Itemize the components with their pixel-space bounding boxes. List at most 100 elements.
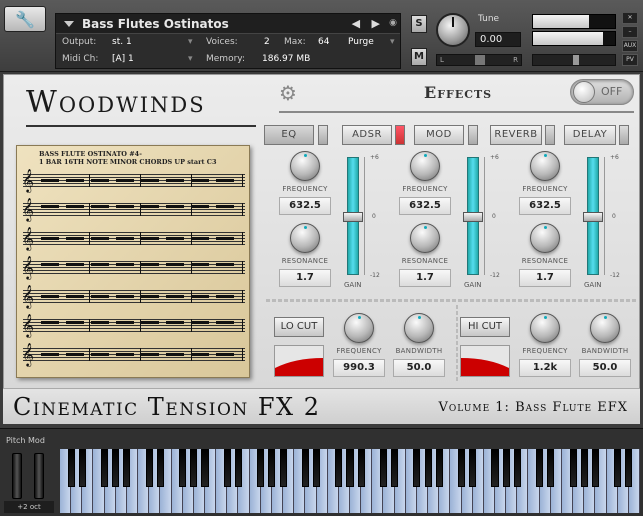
black-key[interactable] (357, 449, 365, 487)
black-key[interactable] (580, 449, 588, 487)
resonance-knob[interactable] (530, 223, 560, 253)
resonance-value[interactable]: 1.7 (519, 269, 571, 287)
chevron-down-icon[interactable] (64, 21, 74, 27)
lo-cut-frequency-knob[interactable] (344, 313, 374, 343)
black-key[interactable] (379, 449, 388, 487)
midi-channel-value[interactable]: [A] 1 (112, 54, 134, 64)
black-key[interactable] (312, 449, 321, 487)
black-key[interactable] (112, 449, 120, 487)
instrument-nav-arrows[interactable]: ◀ ▶ (352, 17, 384, 30)
hi-cut-bandwidth-value[interactable]: 50.0 (579, 359, 631, 377)
black-key[interactable] (591, 449, 599, 487)
frequency-knob[interactable] (290, 151, 320, 181)
black-key[interactable] (268, 449, 276, 487)
frequency-value[interactable]: 632.5 (519, 197, 571, 215)
black-key[interactable] (101, 449, 109, 487)
gain-thumb[interactable] (583, 212, 603, 222)
black-key[interactable] (201, 449, 209, 487)
mute-button[interactable]: M (411, 48, 427, 66)
effects-toggle[interactable]: OFF (570, 79, 634, 105)
black-key[interactable] (78, 449, 86, 487)
minimize-icon[interactable]: – (622, 26, 638, 38)
aux-button[interactable]: AUX (622, 40, 638, 52)
black-key[interactable] (469, 449, 477, 487)
black-key[interactable] (301, 449, 309, 487)
black-key[interactable] (513, 449, 521, 487)
octave-selector[interactable]: +2 oct (4, 501, 54, 513)
frequency-value[interactable]: 632.5 (279, 197, 331, 215)
black-key[interactable] (346, 449, 354, 487)
black-key[interactable] (491, 449, 499, 487)
black-key[interactable] (279, 449, 287, 487)
pan-slider[interactable]: L R (436, 54, 522, 66)
hi-cut-bandwidth-label: BANDWIDTH (581, 347, 629, 355)
black-key[interactable] (223, 449, 231, 487)
hi-cut-frequency-knob[interactable] (530, 313, 560, 343)
gain-thumb[interactable] (343, 212, 363, 222)
frequency-value[interactable]: 632.5 (399, 197, 451, 215)
instrument-title-row: Bass Flutes Ostinatos ◀ ▶ ◉ (56, 14, 400, 34)
hi-cut-bandwidth-knob[interactable] (590, 313, 620, 343)
output-value[interactable]: st. 1 (112, 37, 132, 47)
black-key[interactable] (67, 449, 75, 487)
lo-cut-button[interactable]: LO CUT (274, 317, 324, 337)
hi-cut-button[interactable]: HI CUT (460, 317, 510, 337)
camera-icon[interactable]: ◉ (389, 18, 397, 28)
resonance-knob[interactable] (410, 223, 440, 253)
black-key[interactable] (547, 449, 555, 487)
black-key[interactable] (179, 449, 187, 487)
max-voices-value[interactable]: 64 (318, 37, 329, 47)
black-key[interactable] (536, 449, 544, 487)
lo-cut-frequency-value[interactable]: 990.3 (333, 359, 385, 377)
pan-left-label: L (440, 56, 444, 64)
pan-thumb[interactable] (475, 55, 485, 65)
black-key[interactable] (625, 449, 633, 487)
wrench-icon[interactable]: 🔧 (4, 6, 46, 32)
solo-button[interactable]: S (411, 15, 427, 33)
eq-band-1: FREQUENCY 632.5 RESONANCE 1.7 +6 0 -12 G… (274, 135, 390, 289)
frequency-knob[interactable] (530, 151, 560, 181)
lo-cut-bandwidth-knob[interactable] (404, 313, 434, 343)
frequency-knob[interactable] (410, 151, 440, 181)
black-key[interactable] (391, 449, 399, 487)
volume-slider[interactable] (532, 54, 616, 66)
resonance-knob[interactable] (290, 223, 320, 253)
gain-slider[interactable] (463, 157, 483, 275)
purge-dropdown-icon[interactable]: ▾ (390, 37, 395, 47)
volume-thumb[interactable] (573, 55, 579, 65)
score-staff: 𝄞 (22, 313, 245, 337)
black-key[interactable] (335, 449, 343, 487)
gain-thumb[interactable] (463, 212, 483, 222)
black-key[interactable] (234, 449, 243, 487)
black-key[interactable] (435, 449, 443, 487)
piano-keyboard[interactable] (60, 449, 640, 513)
black-key[interactable] (257, 449, 265, 487)
gear-icon[interactable]: ⚙ (279, 83, 299, 103)
gain-slider[interactable] (343, 157, 363, 275)
hi-cut-frequency-value[interactable]: 1.2k (519, 359, 571, 377)
instrument-name[interactable]: Bass Flutes Ostinatos (82, 17, 229, 31)
black-key[interactable] (502, 449, 510, 487)
lo-cut-bandwidth-value[interactable]: 50.0 (393, 359, 445, 377)
black-key[interactable] (156, 449, 164, 487)
close-icon[interactable]: ✕ (622, 12, 638, 24)
resonance-value[interactable]: 1.7 (399, 269, 451, 287)
black-key[interactable] (424, 449, 432, 487)
black-key[interactable] (145, 449, 153, 487)
black-key[interactable] (123, 449, 131, 487)
black-key[interactable] (614, 449, 622, 487)
black-key[interactable] (457, 449, 466, 487)
resonance-value[interactable]: 1.7 (279, 269, 331, 287)
purge-menu[interactable]: Purge (348, 37, 374, 47)
midi-dropdown-icon[interactable]: ▾ (188, 54, 193, 64)
mod-wheel[interactable] (34, 453, 44, 499)
pitch-wheel[interactable] (12, 453, 22, 499)
gain-slider[interactable] (583, 157, 603, 275)
tune-knob[interactable] (436, 13, 470, 47)
black-key[interactable] (413, 449, 421, 487)
black-key[interactable] (569, 449, 577, 487)
tune-value[interactable]: 0.00 (475, 32, 521, 47)
pv-button[interactable]: PV (622, 54, 638, 66)
black-key[interactable] (190, 449, 198, 487)
output-dropdown-icon[interactable]: ▾ (188, 37, 193, 47)
